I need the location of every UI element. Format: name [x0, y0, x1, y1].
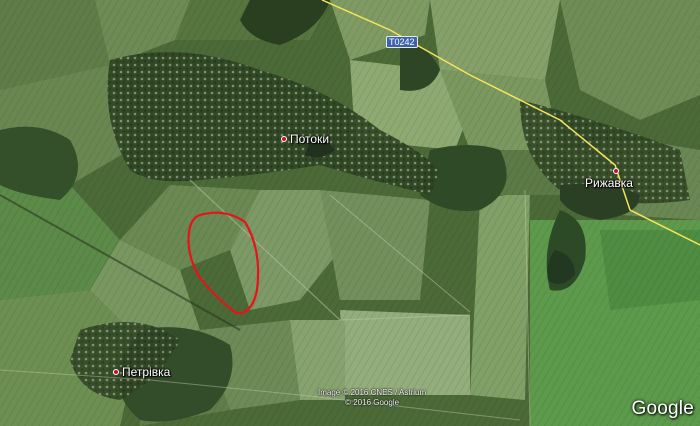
place-pin-icon [612, 168, 619, 174]
satellite-imagery [0, 0, 700, 426]
map-view[interactable]: T0242 Потоки Рижавка Петрівка Image © 20… [0, 0, 700, 426]
attribution-line-1: Image © 2016 CNES / Astrium [318, 388, 427, 397]
place-label: Рижавка [585, 176, 633, 190]
place-petrivka[interactable]: Петрівка [113, 365, 170, 379]
place-pin-icon [281, 136, 287, 142]
place-pin-icon [113, 369, 119, 375]
place-label: Потоки [290, 132, 330, 146]
place-ryzhavka[interactable]: Рижавка [585, 168, 633, 190]
google-logo: Google [631, 398, 694, 419]
place-potoky[interactable]: Потоки [281, 132, 329, 146]
place-label: Петрівка [122, 365, 171, 379]
road-label: T0242 [386, 36, 418, 48]
imagery-attribution: Image © 2016 CNES / Astrium © 2016 Googl… [318, 388, 426, 408]
attribution-line-2: © 2016 Google [345, 398, 400, 407]
